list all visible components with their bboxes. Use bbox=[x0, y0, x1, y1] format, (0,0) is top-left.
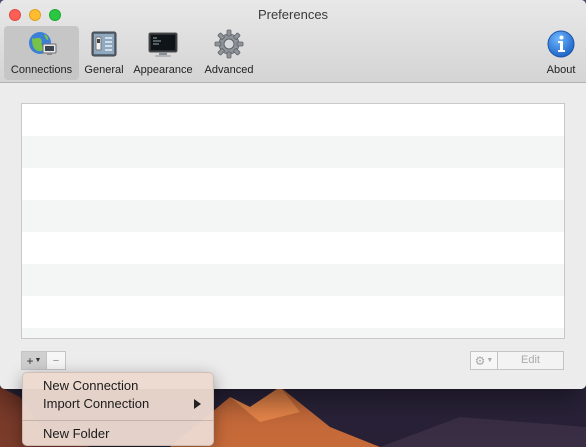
minus-icon: − bbox=[52, 354, 60, 367]
toolbar-connections-label: Connections bbox=[10, 64, 73, 76]
preferences-window: Preferences Connections General Appearan… bbox=[0, 0, 586, 389]
switch-panel-icon bbox=[91, 31, 117, 57]
action-menu-group: ⚙ ▼ bbox=[470, 351, 498, 370]
action-menu-button[interactable]: ⚙ ▼ bbox=[470, 351, 498, 370]
connections-pane: + ▼ − ⚙ ▼ Edit bbox=[0, 83, 586, 389]
list-row bbox=[22, 232, 564, 264]
gear-icon: ⚙ bbox=[474, 353, 486, 368]
toolbar-general[interactable]: General bbox=[81, 26, 127, 80]
list-row bbox=[22, 264, 564, 296]
globe-network-icon bbox=[28, 32, 56, 55]
monitor-icon bbox=[148, 32, 178, 57]
menu-item-label: Import Connection bbox=[43, 396, 150, 411]
toolbar-about-label: About bbox=[546, 64, 576, 76]
toolbar-advanced[interactable]: Advanced bbox=[199, 26, 259, 80]
remove-button[interactable]: − bbox=[46, 351, 66, 370]
submenu-arrow-icon bbox=[194, 399, 201, 409]
toolbar-general-label: General bbox=[84, 64, 124, 76]
gear-icon bbox=[214, 29, 244, 59]
chevron-down-icon: ▼ bbox=[486, 357, 494, 364]
list-row bbox=[22, 328, 564, 338]
list-row bbox=[22, 200, 564, 232]
list-row bbox=[22, 296, 564, 328]
menu-item-label: New Connection bbox=[43, 378, 139, 393]
toolbar-appearance[interactable]: Appearance bbox=[129, 26, 197, 80]
toolbar-appearance-label: Appearance bbox=[133, 64, 193, 76]
menu-item-import-connection[interactable]: Import Connection bbox=[23, 395, 213, 413]
toolbar-connections[interactable]: Connections bbox=[4, 26, 79, 80]
titlebar: Preferences Connections General Appearan… bbox=[0, 0, 586, 83]
menu-item-new-connection[interactable]: New Connection bbox=[23, 377, 213, 395]
list-actions: + ▼ − bbox=[21, 351, 66, 370]
window-title: Preferences bbox=[257, 7, 329, 22]
plus-icon: + bbox=[26, 353, 34, 368]
menu-separator bbox=[23, 420, 213, 421]
info-icon bbox=[547, 30, 575, 58]
list-row bbox=[22, 168, 564, 200]
add-dropdown-menu: New Connection Import Connection New Fol… bbox=[22, 372, 214, 446]
chevron-down-icon: ▼ bbox=[34, 357, 42, 364]
menu-item-new-folder[interactable]: New Folder bbox=[23, 425, 213, 443]
connections-list[interactable] bbox=[21, 103, 565, 339]
toolbar-about[interactable]: About bbox=[541, 26, 581, 80]
add-button[interactable]: + ▼ bbox=[21, 351, 47, 370]
list-row bbox=[22, 104, 564, 136]
edit-button[interactable]: Edit bbox=[497, 351, 564, 370]
menu-item-label: New Folder bbox=[43, 426, 110, 441]
toolbar-advanced-label: Advanced bbox=[204, 64, 254, 76]
list-row bbox=[22, 136, 564, 168]
